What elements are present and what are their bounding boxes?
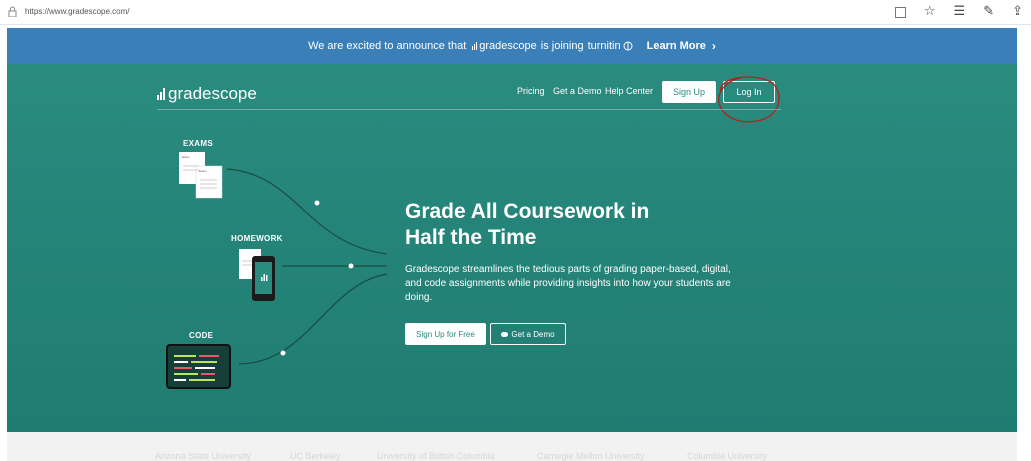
logo-bars-icon: [157, 88, 165, 100]
announcement-brand-icon: [472, 42, 478, 50]
connector-dot: [314, 200, 320, 206]
exam-doc-text: Exam: [182, 155, 190, 159]
hero-description: Gradescope streamlines the tedious parts…: [405, 264, 731, 303]
nav-help-center[interactable]: Help Center: [605, 86, 653, 96]
nav-get-a-demo[interactable]: Get a Demo: [553, 86, 602, 96]
nav-pricing[interactable]: Pricing: [517, 86, 545, 96]
exams-label: EXAMS: [183, 139, 213, 148]
university-logos-strip: Arizona State University UC Berkeley Uni…: [7, 432, 1017, 461]
university-logo: Arizona State University: [155, 451, 252, 461]
learn-more-link[interactable]: Learn More ›: [647, 39, 716, 53]
connector-dot: [280, 350, 286, 356]
hero-heading-line1: Grade All Coursework in: [405, 200, 650, 223]
learn-more-label: Learn More: [646, 40, 706, 52]
chat-bubble-icon: [501, 331, 509, 337]
chevron-right-icon: ›: [711, 39, 716, 53]
get-a-demo-button[interactable]: Get a Demo: [490, 323, 566, 345]
red-circle-annotation: [718, 76, 780, 123]
gradescope-logo[interactable]: gradescope: [157, 84, 257, 104]
reading-view-icon[interactable]: [894, 4, 906, 20]
turnitin-logo-icon: [623, 41, 633, 51]
sign-up-button[interactable]: Sign Up: [662, 81, 716, 103]
browser-address-bar[interactable]: https://www.gradescope.com/ ☆ ☰ ✎ ⇪: [0, 0, 1031, 25]
announcement-partner: turnitin: [587, 40, 621, 52]
sign-up-label: Sign Up: [672, 87, 706, 97]
share-icon[interactable]: ⇪: [1012, 4, 1023, 20]
connector-dot: [348, 263, 354, 269]
code-label: CODE: [189, 331, 214, 340]
university-logo: Columbia University: [687, 451, 768, 461]
university-logo: University of British Columbia: [377, 451, 495, 461]
sign-up-for-free-button[interactable]: Sign Up for Free: [405, 323, 486, 345]
hero-heading: Grade All Coursework in Half the Time: [405, 199, 745, 251]
homework-label: HOMEWORK: [231, 234, 283, 243]
nav-divider: [157, 109, 781, 110]
get-a-demo-label: Get a Demo: [511, 329, 555, 339]
pen-icon[interactable]: ✎: [983, 4, 994, 20]
logo-text: gradescope: [168, 84, 257, 103]
browser-toolbar: ☆ ☰ ✎ ⇪: [894, 4, 1023, 20]
favorites-list-icon[interactable]: ☰: [954, 4, 966, 20]
sign-up-for-free-label: Sign Up for Free: [416, 329, 475, 339]
announcement-bar: We are excited to announce that gradesco…: [7, 28, 1017, 64]
announcement-text: We are excited to announce that: [308, 40, 467, 52]
hero-section: EXAMS Exam Exam HOMEWORK CODE gradescope…: [7, 64, 1017, 432]
url-text[interactable]: https://www.gradescope.com/: [25, 7, 130, 16]
code-editor-icon: [166, 344, 231, 389]
exam-doc-text: Exam: [199, 169, 207, 173]
university-logo: Carnegie Mellon University: [537, 451, 645, 461]
hero-heading-line2: Half the Time: [405, 226, 537, 249]
announcement-brand: gradescope: [479, 40, 537, 52]
university-logo: UC Berkeley: [290, 451, 341, 461]
homework-phone-icon: [239, 249, 275, 301]
lock-icon: [8, 6, 17, 17]
announcement-joining: is joining: [540, 40, 584, 52]
favorite-star-icon[interactable]: ☆: [924, 4, 936, 20]
